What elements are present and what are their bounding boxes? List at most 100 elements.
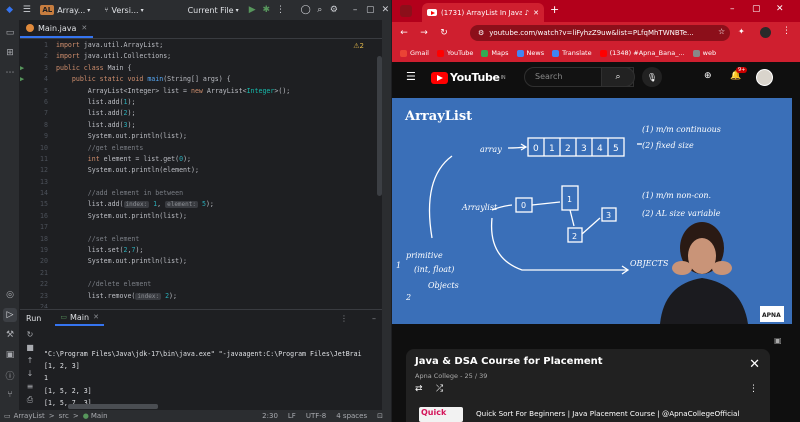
indent-setting[interactable]: 4 spaces (336, 412, 367, 420)
maximize-icon[interactable]: ▢ (752, 4, 761, 14)
vcs-widget[interactable]: ⑂ Versi... ▾ (104, 6, 143, 15)
soft-wrap-icon[interactable]: ≡ (20, 382, 40, 395)
bookmark-item[interactable]: YouTube (436, 49, 474, 57)
line-number: 5 (44, 86, 48, 95)
problems-icon[interactable]: ⓘ (3, 368, 17, 382)
browser-menu-icon[interactable]: ⋮ (782, 26, 791, 36)
new-tab-icon[interactable]: + (550, 3, 559, 16)
loop-icon[interactable]: ⇄ (415, 384, 423, 394)
profile-avatar-icon[interactable] (760, 27, 771, 38)
code-editor[interactable]: ⚠2 1 2 3 ▶ 4 ▶ 5 6 7 8 9 10 11 12 13 14 15 16 17 18 19 20 21 22… (20, 40, 382, 308)
debug-icon[interactable]: ✱ (261, 3, 272, 17)
run-tool-icon[interactable]: ▷ (3, 308, 17, 322)
close-icon[interactable]: ✕ (380, 3, 391, 17)
project-widget[interactable]: AL Array... ▾ (40, 5, 90, 15)
site-info-icon[interactable]: ⚙ (478, 29, 484, 37)
minimize-icon[interactable]: – (730, 4, 735, 14)
browser-tab-youtube[interactable]: (1731) ArrayList In Java + P ♪ ✕ (422, 3, 544, 22)
run-icon[interactable]: ▶ (247, 3, 258, 17)
line-number: 7 (44, 109, 48, 118)
file-tab-main-java[interactable]: Main.java ✕ (20, 20, 94, 38)
note-objects-arrow: OBJECTS (630, 259, 669, 268)
bookmark-item[interactable]: Maps (481, 49, 509, 57)
file-encoding[interactable]: UTF-8 (306, 412, 326, 420)
search-button[interactable]: ⌕ (601, 67, 635, 87)
page-scrollbar[interactable] (792, 98, 800, 422)
services-icon[interactable]: ◎ (3, 288, 17, 302)
back-arrow-icon[interactable]: ← (396, 28, 412, 38)
bookmark-item[interactable]: Gmail (400, 49, 429, 57)
hide-panel-icon[interactable]: – (372, 314, 376, 323)
line-number: 22 (40, 280, 48, 289)
project-folder-icon[interactable]: ▭ (3, 26, 17, 40)
youtube-logo[interactable]: YouTube IN (431, 71, 506, 84)
run-config-selector[interactable]: Current File ▾ (188, 6, 239, 15)
create-video-icon[interactable]: ⊕ (704, 71, 712, 81)
caret-position[interactable]: 2:30 (262, 412, 278, 420)
more-tools-icon[interactable]: ⋯ (3, 66, 17, 80)
terminal-icon[interactable]: ▣ (3, 348, 17, 362)
rerun-icon[interactable]: ↻ (20, 330, 40, 343)
playlist-item[interactable]: Quick Quick Sort For Beginners | Java Pl… (406, 405, 770, 422)
miniplayer-icon[interactable]: ▣ (774, 336, 782, 345)
account-avatar[interactable] (756, 69, 773, 86)
tab-audio-icon[interactable]: ♪ (525, 9, 529, 17)
gutter-run-icon[interactable]: ▶ (20, 63, 24, 74)
stop-icon[interactable]: ■ (20, 343, 40, 356)
bookmark-item[interactable]: News (516, 49, 544, 57)
scroll-down-icon[interactable]: ↓ (20, 369, 40, 382)
browser-tab-strip: (1731) ArrayList In Java + P ♪ ✕ + – ▢ ✕ (392, 0, 800, 22)
console-output[interactable]: "C:\Program Files\Java\jdk-17\bin\java.e… (44, 348, 382, 410)
search-icon[interactable]: ⌕ (314, 3, 325, 17)
address-bar[interactable]: ⚙ youtube.com/watch?v=liFyhzZ9uw&list=PL… (470, 25, 730, 41)
code-area[interactable]: import java.util.ArrayList; import java.… (56, 40, 382, 308)
scroll-up-icon[interactable]: ↑ (20, 356, 40, 369)
voice-search-button[interactable]: 🎙 (642, 67, 662, 87)
lock-icon[interactable]: ⊡ (377, 412, 383, 420)
breadcrumb-file[interactable]: Main (91, 412, 108, 420)
console-line: [1, 2, 3] (44, 362, 80, 371)
gutter-run-icon[interactable]: ▶ (20, 74, 24, 85)
line-number: 20 (40, 257, 48, 266)
breadcrumb-src[interactable]: src (59, 412, 69, 420)
maximize-icon[interactable]: ▢ (365, 3, 376, 17)
video-player[interactable]: 0 1 2 3 4 5 0 1 2 3 array Arraylist (1) … (392, 98, 792, 324)
close-playlist-icon[interactable]: ✕ (749, 357, 760, 372)
print-icon[interactable]: ⎙ (20, 395, 40, 408)
reload-icon[interactable]: ↻ (436, 28, 452, 38)
extensions-icon[interactable]: ✦ (738, 27, 745, 36)
more-actions-icon[interactable]: ⋮ (275, 3, 286, 17)
close-tab-icon[interactable]: ✕ (533, 9, 539, 17)
run-tab-main[interactable]: ▭ Main ✕ (55, 310, 104, 326)
minimize-icon[interactable]: – (350, 3, 361, 17)
playlist-title[interactable]: Java & DSA Course for Placement (415, 356, 603, 367)
note-al-1: (1) m/m non-con. (642, 191, 711, 200)
bookmark-item[interactable]: web (692, 49, 716, 57)
console-horizontal-scrollbar[interactable] (68, 404, 158, 409)
profile-icon[interactable]: ◯ (300, 3, 311, 17)
more-options-icon[interactable]: ⋮ (340, 314, 348, 323)
bookmark-item[interactable]: Translate (552, 49, 592, 57)
build-icon[interactable]: ⚒ (3, 328, 17, 342)
main-menu-icon[interactable]: ☰ (21, 3, 32, 17)
settings-gear-icon[interactable]: ⚙ (328, 3, 339, 17)
breadcrumb-separator: > (72, 412, 79, 420)
hamburger-menu-icon[interactable]: ☰ (406, 70, 416, 83)
tab-search-icon[interactable] (400, 5, 412, 17)
close-tab-icon[interactable]: ✕ (93, 313, 99, 321)
breadcrumb-project[interactable]: ArrayList (14, 412, 45, 420)
forward-arrow-icon[interactable]: → (416, 28, 432, 38)
playlist-more-icon[interactable]: ⋮ (749, 384, 758, 394)
bookmark-item[interactable]: (1348) #Apna_Bana_... (599, 49, 685, 57)
close-icon[interactable]: ✕ (776, 4, 784, 14)
playlist-channel[interactable]: Apna College (415, 372, 458, 380)
bookmark-star-icon[interactable]: ☆ (718, 27, 725, 36)
git-icon[interactable]: ⑂ (3, 388, 17, 402)
line-number: 16 (40, 211, 48, 220)
line-separator[interactable]: LF (288, 412, 296, 420)
close-tab-icon[interactable]: ✕ (81, 24, 87, 32)
node-label: 3 (606, 211, 611, 220)
structure-icon[interactable]: ⊞ (3, 46, 17, 60)
bookmark-label: YouTube (446, 49, 474, 57)
shuffle-icon[interactable]: ⤮ (436, 384, 443, 394)
